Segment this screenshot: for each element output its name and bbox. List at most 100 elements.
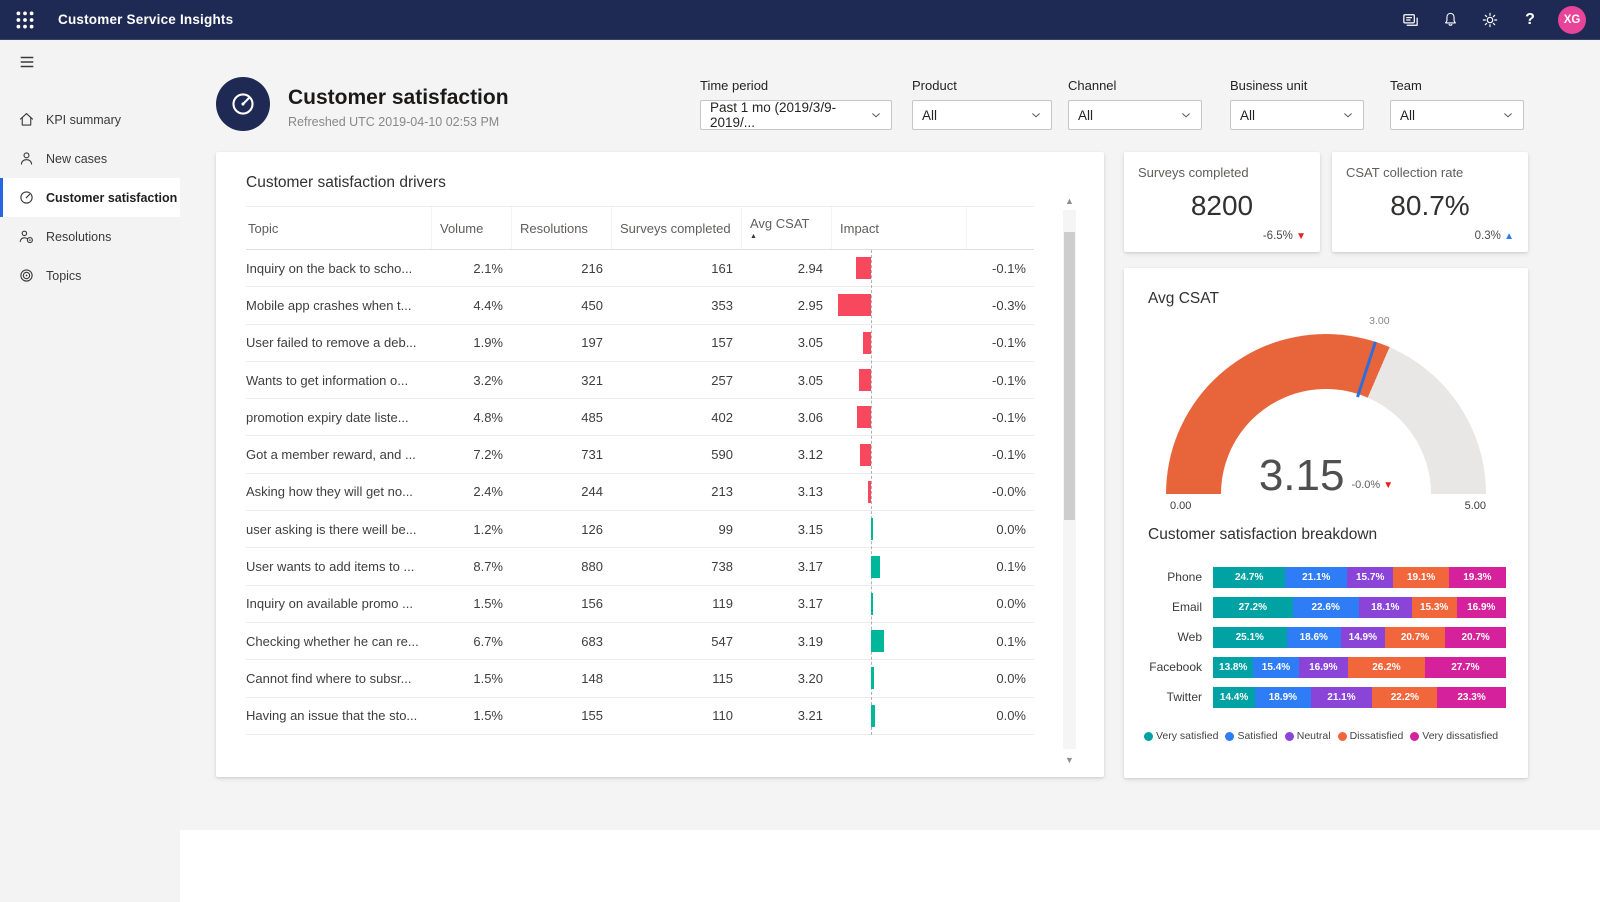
- cell-surveys: 738: [611, 559, 741, 574]
- settings-icon[interactable]: [1474, 4, 1506, 36]
- scroll-down-icon[interactable]: ▼: [1063, 755, 1076, 765]
- bar-segment-neutral[interactable]: 16.9%: [1299, 657, 1349, 678]
- notifications-icon[interactable]: [1434, 4, 1466, 36]
- cell-impact-bar: [831, 325, 966, 361]
- sidebar-item-topics[interactable]: Topics: [0, 256, 180, 295]
- cell-surveys: 161: [611, 261, 741, 276]
- bar-segment-dissatisfied[interactable]: 15.3%: [1412, 597, 1457, 618]
- legend-item[interactable]: Neutral: [1285, 730, 1331, 742]
- column-header-volume[interactable]: Volume: [431, 207, 511, 249]
- bar-segment-satisfied[interactable]: 18.9%: [1255, 687, 1310, 708]
- filter-label: Channel: [1068, 78, 1202, 93]
- filter-select[interactable]: All: [1068, 100, 1202, 130]
- legend-item[interactable]: Very satisfied: [1144, 730, 1218, 742]
- column-header-topic[interactable]: Topic: [246, 207, 431, 249]
- sidebar: KPI summary New cases Customer satisfact…: [0, 40, 180, 902]
- breakdown-row-email: Email27.2%22.6%18.1%15.3%16.9%: [1138, 592, 1506, 622]
- cell-topic: user asking is there weill be...: [246, 522, 431, 537]
- sidebar-item-new-cases[interactable]: New cases: [0, 139, 180, 178]
- cell-surveys: 402: [611, 410, 741, 425]
- bar-segment-very-dissatisfied[interactable]: 19.3%: [1449, 567, 1506, 588]
- bar-segment-very-satisfied[interactable]: 24.7%: [1213, 567, 1285, 588]
- stacked-bar: 14.4%18.9%21.1%22.2%23.3%: [1213, 687, 1506, 708]
- table-scrollbar[interactable]: ▲ ▼: [1063, 210, 1076, 749]
- filter-select[interactable]: All: [1390, 100, 1524, 130]
- bar-segment-dissatisfied[interactable]: 20.7%: [1385, 627, 1446, 648]
- stacked-bar: 25.1%18.6%14.9%20.7%20.7%: [1213, 627, 1506, 648]
- bar-segment-satisfied[interactable]: 15.4%: [1253, 657, 1298, 678]
- table-row[interactable]: Inquiry on the back to scho... 2.1% 216 …: [246, 250, 1034, 287]
- bar-segment-dissatisfied[interactable]: 19.1%: [1393, 567, 1449, 588]
- table-row[interactable]: Wants to get information o... 3.2% 321 2…: [246, 362, 1034, 399]
- drivers-table: Topic Volume Resolutions Surveys complet…: [246, 206, 1034, 735]
- cell-volume: 2.4%: [431, 484, 511, 499]
- table-row[interactable]: Asking how they will get no... 2.4% 244 …: [246, 474, 1034, 511]
- column-header-resolutions[interactable]: Resolutions: [511, 207, 611, 249]
- sidebar-item-resolutions[interactable]: Resolutions: [0, 217, 180, 256]
- category-label: Twitter: [1138, 690, 1202, 704]
- bar-segment-neutral[interactable]: 15.7%: [1347, 567, 1393, 588]
- cell-resolutions: 156: [511, 596, 611, 611]
- gauge-min-label: 0.00: [1170, 500, 1191, 512]
- column-header-avg-csat[interactable]: Avg CSAT▲: [741, 207, 831, 249]
- cell-impact-bar: [831, 623, 966, 659]
- legend-item[interactable]: Dissatisfied: [1338, 730, 1404, 742]
- table-row[interactable]: User failed to remove a deb... 1.9% 197 …: [246, 325, 1034, 362]
- gauge-title: Avg CSAT: [1148, 290, 1504, 308]
- cell-avg-csat: 3.05: [741, 373, 831, 388]
- feedback-icon[interactable]: [1394, 4, 1426, 36]
- gauge-value: 3.15: [1259, 457, 1345, 494]
- scrollbar-thumb[interactable]: [1064, 232, 1075, 520]
- bar-segment-very-dissatisfied[interactable]: 23.3%: [1437, 687, 1505, 708]
- bar-segment-very-dissatisfied[interactable]: 20.7%: [1445, 627, 1506, 648]
- cell-impact-bar: [831, 250, 966, 286]
- legend-item[interactable]: Very dissatisfied: [1410, 730, 1498, 742]
- help-icon[interactable]: ?: [1514, 4, 1546, 36]
- column-header-impact[interactable]: Impact: [831, 207, 966, 249]
- bar-segment-very-satisfied[interactable]: 25.1%: [1213, 627, 1287, 648]
- filter-select[interactable]: All: [1230, 100, 1364, 130]
- bar-segment-satisfied[interactable]: 22.6%: [1293, 597, 1359, 618]
- table-row[interactable]: Having an issue that the sto... 1.5% 155…: [246, 698, 1034, 735]
- hamburger-menu-icon[interactable]: [0, 44, 44, 80]
- impact-bar: [871, 556, 880, 578]
- cell-topic: promotion expiry date liste...: [246, 410, 431, 425]
- filter-select[interactable]: All: [912, 100, 1052, 130]
- cell-volume: 2.1%: [431, 261, 511, 276]
- scroll-up-icon[interactable]: ▲: [1063, 196, 1076, 206]
- bar-segment-satisfied[interactable]: 18.6%: [1287, 627, 1341, 648]
- bar-segment-neutral[interactable]: 18.1%: [1359, 597, 1412, 618]
- cell-impact-bar: [831, 362, 966, 398]
- cell-impact-value: 0.0%: [966, 596, 1034, 611]
- bar-segment-dissatisfied[interactable]: 22.2%: [1372, 687, 1437, 708]
- table-row[interactable]: Checking whether he can re... 6.7% 683 5…: [246, 623, 1034, 660]
- table-row[interactable]: promotion expiry date liste... 4.8% 485 …: [246, 399, 1034, 436]
- avatar[interactable]: XG: [1558, 6, 1586, 34]
- table-row[interactable]: Inquiry on available promo ... 1.5% 156 …: [246, 586, 1034, 623]
- table-row[interactable]: Got a member reward, and ... 7.2% 731 59…: [246, 436, 1034, 473]
- bar-segment-very-dissatisfied[interactable]: 27.7%: [1425, 657, 1506, 678]
- filter-select[interactable]: Past 1 mo (2019/3/9-2019/...: [700, 100, 892, 130]
- cell-surveys: 115: [611, 671, 741, 686]
- bar-segment-satisfied[interactable]: 21.1%: [1285, 567, 1347, 588]
- bar-segment-very-dissatisfied[interactable]: 16.9%: [1457, 597, 1506, 618]
- app-launcher-waffle-icon[interactable]: [14, 9, 36, 31]
- legend-item[interactable]: Satisfied: [1225, 730, 1277, 742]
- bar-segment-very-satisfied[interactable]: 13.8%: [1213, 657, 1253, 678]
- cell-resolutions: 880: [511, 559, 611, 574]
- cell-volume: 6.7%: [431, 634, 511, 649]
- table-row[interactable]: User wants to add items to ... 8.7% 880 …: [246, 548, 1034, 585]
- bar-segment-very-satisfied[interactable]: 14.4%: [1213, 687, 1255, 708]
- table-row[interactable]: Cannot find where to subsr... 1.5% 148 1…: [246, 660, 1034, 697]
- table-row[interactable]: Mobile app crashes when t... 4.4% 450 35…: [246, 287, 1034, 324]
- bar-segment-dissatisfied[interactable]: 26.2%: [1348, 657, 1425, 678]
- sidebar-item-customer-satisfaction[interactable]: Customer satisfaction: [0, 178, 180, 217]
- sidebar-item-kpi-summary[interactable]: KPI summary: [0, 100, 180, 139]
- bar-segment-neutral[interactable]: 21.1%: [1311, 687, 1373, 708]
- bar-segment-neutral[interactable]: 14.9%: [1341, 627, 1385, 648]
- bar-segment-very-satisfied[interactable]: 27.2%: [1213, 597, 1293, 618]
- table-row[interactable]: user asking is there weill be... 1.2% 12…: [246, 511, 1034, 548]
- cell-volume: 1.2%: [431, 522, 511, 537]
- column-header-surveys[interactable]: Surveys completed: [611, 207, 741, 249]
- impact-bar: [859, 369, 871, 391]
